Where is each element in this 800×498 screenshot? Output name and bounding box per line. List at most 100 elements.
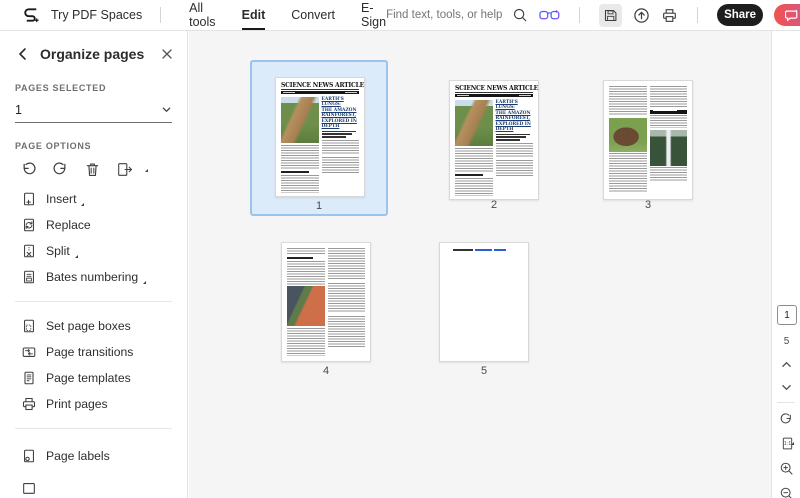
- pages-selected-dropdown[interactable]: 1: [15, 97, 172, 123]
- moose-photo: [609, 117, 647, 152]
- body-text: [287, 327, 325, 356]
- thumbnail-page-2[interactable]: SCIENCE NEWS ARTICLE EARTH'S LUNGS: THE …: [449, 80, 539, 200]
- page-labels-label: Page labels: [46, 449, 110, 463]
- bates-numbering-icon: [21, 269, 37, 285]
- thumbnail-page-4[interactable]: [281, 242, 371, 362]
- body-text: [455, 177, 493, 196]
- body-text: [495, 143, 533, 158]
- byline: [321, 130, 356, 133]
- search-input[interactable]: [386, 9, 509, 21]
- extract-page-icon[interactable]: [116, 161, 134, 178]
- cropped-menu-item[interactable]: [0, 475, 187, 498]
- panel-title: Organize pages: [40, 46, 145, 62]
- split-menu-item[interactable]: Split: [0, 238, 187, 264]
- pages-selected-value: 1: [15, 102, 22, 117]
- body-text: [327, 283, 365, 313]
- insert-page-icon: [21, 191, 37, 207]
- search-icon[interactable]: [512, 7, 528, 23]
- byline: [321, 136, 346, 138]
- tab-edit[interactable]: Edit: [241, 8, 265, 30]
- rotate-right-icon[interactable]: [52, 161, 69, 178]
- search-field[interactable]: [386, 7, 528, 23]
- set-page-boxes-label: Set page boxes: [46, 319, 131, 333]
- toolbar-divider: [697, 7, 699, 23]
- toolbar-divider: [160, 7, 162, 23]
- amazon-river-photo: [455, 99, 493, 146]
- page-labels-icon: [21, 448, 37, 464]
- back-chevron-icon[interactable]: [16, 47, 30, 61]
- delete-trash-icon[interactable]: [84, 161, 101, 178]
- references-line: [453, 249, 528, 251]
- newspaper-masthead: SCIENCE NEWS ARTICLE: [455, 85, 539, 93]
- submenu-corner: [790, 442, 794, 445]
- body-text: [649, 167, 687, 181]
- cropped-item-icon: [21, 480, 37, 496]
- right-toolbar-rail: 1 5 1:1: [771, 31, 800, 498]
- bates-numbering-menu-item[interactable]: Bates numbering: [0, 264, 187, 290]
- ai-glasses-icon[interactable]: [539, 8, 560, 23]
- page-transitions-menu-item[interactable]: Page transitions: [0, 339, 187, 365]
- rotate-left-icon[interactable]: [20, 161, 37, 178]
- newspaper-masthead: SCIENCE NEWS ARTICLE: [281, 82, 365, 90]
- article-headline: EARTH'S LUNGS: THE AMAZON RAINFOREST, EX…: [321, 96, 357, 130]
- body-text: [327, 316, 365, 348]
- thumbnail-page-3[interactable]: [603, 80, 693, 200]
- page-transitions-label: Page transitions: [46, 345, 134, 359]
- insert-menu-item[interactable]: Insert: [0, 186, 187, 212]
- tab-esign[interactable]: E-Sign: [361, 1, 386, 29]
- share-button[interactable]: Share: [717, 4, 764, 26]
- body-text: [609, 86, 647, 116]
- thumbnail-page-1[interactable]: SCIENCE NEWS ARTICLE EARTH'S LUNGS: THE …: [250, 60, 388, 216]
- page-transitions-icon: [21, 344, 37, 360]
- article-headline: EARTH'S LUNGS: THE AMAZON RAINFOREST, EX…: [495, 99, 531, 133]
- thumbnail-page-5[interactable]: [439, 242, 529, 362]
- page-labels-menu-item[interactable]: Page labels: [0, 443, 187, 469]
- ai-chat-icon: [785, 8, 799, 22]
- page-templates-label: Page templates: [46, 371, 131, 385]
- page-number-label: 3: [644, 199, 652, 211]
- print-icon[interactable]: [661, 7, 678, 24]
- page-1-preview[interactable]: SCIENCE NEWS ARTICLE EARTH'S LUNGS: THE …: [275, 77, 365, 197]
- body-text: [649, 86, 687, 108]
- sub-heading: [287, 256, 313, 259]
- next-page-chevron-down-icon[interactable]: [772, 383, 800, 392]
- split-page-icon: [21, 243, 37, 259]
- try-pdf-spaces-button[interactable]: Try PDF Spaces: [51, 8, 142, 22]
- page-display-options-icon[interactable]: 1:1: [772, 436, 800, 451]
- body-text: [287, 248, 325, 255]
- zoom-in-icon[interactable]: [772, 461, 800, 476]
- deforestation-aerial-photo: [287, 286, 325, 326]
- page-number-label: 5: [480, 365, 488, 377]
- body-text: [327, 248, 365, 280]
- save-button[interactable]: [599, 3, 623, 27]
- current-page-input[interactable]: 1: [777, 305, 797, 325]
- body-text: [455, 147, 493, 172]
- body-text: [287, 260, 325, 285]
- tab-all-tools[interactable]: All tools: [189, 1, 216, 29]
- set-page-boxes-menu-item[interactable]: Set page boxes: [0, 313, 187, 339]
- byline: [495, 136, 526, 138]
- body-text: [495, 159, 533, 176]
- chevron-down-icon: [161, 104, 172, 115]
- page-number-label: 4: [322, 365, 330, 377]
- print-pages-menu-item[interactable]: Print pages: [0, 391, 187, 417]
- upload-cloud-icon[interactable]: [633, 7, 650, 24]
- previous-page-chevron-up-icon[interactable]: [772, 360, 800, 369]
- page-boxes-icon: [21, 318, 37, 334]
- zoom-out-icon[interactable]: [772, 486, 800, 498]
- submenu-corner: [145, 169, 148, 172]
- close-icon[interactable]: [161, 48, 173, 60]
- acrobat-logo-icon[interactable]: [22, 6, 41, 25]
- replace-menu-item[interactable]: Replace: [0, 212, 187, 238]
- ask-ai-assistant-button[interactable]: Ask AI Assistant: [774, 4, 800, 26]
- body-text: [321, 156, 359, 173]
- body-text: [609, 153, 647, 193]
- refresh-rotate-icon[interactable]: [772, 412, 800, 427]
- panel-divider: [15, 428, 172, 429]
- byline: [321, 133, 352, 135]
- page-templates-menu-item[interactable]: Page templates: [0, 365, 187, 391]
- body-text: [321, 140, 359, 155]
- tab-convert[interactable]: Convert: [291, 8, 335, 22]
- page-number-label: 1: [315, 200, 323, 212]
- byline: [495, 139, 520, 141]
